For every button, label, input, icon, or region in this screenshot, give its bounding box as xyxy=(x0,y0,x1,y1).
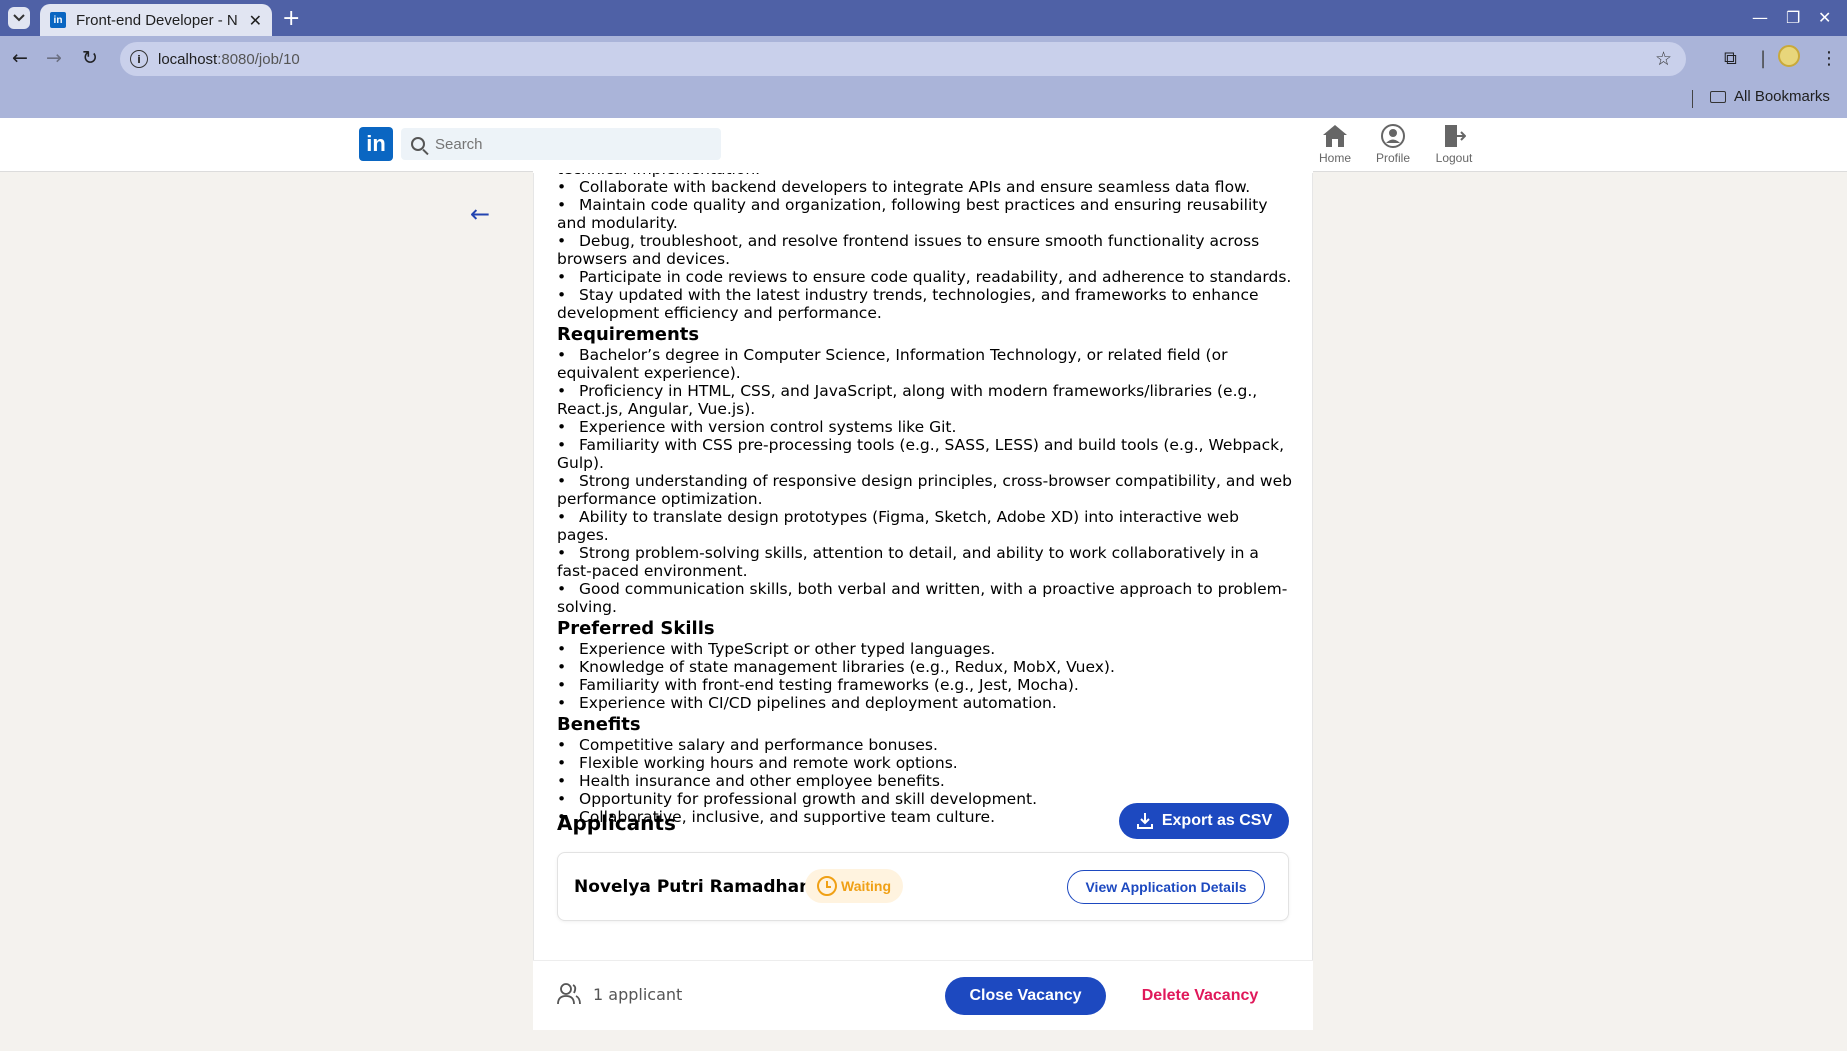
status-badge: Waiting xyxy=(805,869,904,903)
linkedin-favicon-icon: in xyxy=(50,12,66,28)
scroll-clip xyxy=(533,160,1313,173)
applicant-row: Novelya Putri Ramadhani Waiting View App… xyxy=(557,852,1289,921)
search-bar[interactable] xyxy=(401,128,721,160)
clock-icon xyxy=(817,876,837,896)
browser-toolbar: ← → ↻ i localhost:8080/job/10 ☆ ⧉ | ⋮ xyxy=(0,36,1847,82)
nav-logout[interactable]: Logout xyxy=(1424,124,1484,165)
tab-title: Front-end Developer - N xyxy=(76,11,238,29)
applicant-name: Novelya Putri Ramadhani xyxy=(574,877,818,897)
benefit-item: Health insurance and other employee bene… xyxy=(557,772,1293,790)
responsibility-item: Maintain code quality and organization, … xyxy=(557,196,1293,232)
export-csv-label: Export as CSV xyxy=(1161,812,1273,829)
nav-home-label: Home xyxy=(1318,151,1351,165)
vacancy-footer: 1 applicant Close Vacancy Delete Vacancy xyxy=(533,960,1313,1030)
requirement-item: Strong problem-solving skills, attention… xyxy=(557,544,1293,580)
url-path: :8080/job/10 xyxy=(217,50,300,68)
status-label: Waiting xyxy=(841,878,892,894)
reload-icon[interactable]: ↻ xyxy=(82,47,98,69)
benefits-heading: Benefits xyxy=(557,714,641,735)
view-application-details-button[interactable]: View Application Details xyxy=(1067,870,1265,904)
requirements-heading: Requirements xyxy=(557,324,700,345)
extensions-icon[interactable]: ⧉ xyxy=(1724,48,1737,69)
folder-icon xyxy=(1710,90,1726,103)
home-icon xyxy=(1323,125,1347,147)
address-bar[interactable]: i localhost:8080/job/10 ☆ xyxy=(120,42,1686,76)
window-close-icon[interactable]: ✕ xyxy=(1818,8,1831,27)
search-icon xyxy=(411,137,425,151)
people-icon xyxy=(557,983,581,1005)
site-info-icon[interactable]: i xyxy=(130,50,148,68)
browser-tab[interactable]: in Front-end Developer - N ✕ xyxy=(40,4,272,36)
chevron-down-icon xyxy=(13,14,25,22)
responsibility-item: Debug, troubleshoot, and resolve fronten… xyxy=(557,232,1293,268)
maximize-icon[interactable]: ❐ xyxy=(1786,8,1800,27)
logout-icon xyxy=(1445,125,1466,147)
benefit-item: Competitive salary and performance bonus… xyxy=(557,736,1293,754)
browser-tab-bar: in Front-end Developer - N ✕ + — ❐ ✕ xyxy=(0,0,1847,36)
forward-icon[interactable]: → xyxy=(46,47,62,69)
export-csv-button[interactable]: Export as CSV xyxy=(1119,803,1289,839)
url-host: localhost xyxy=(158,50,218,68)
all-bookmarks-label: All Bookmarks xyxy=(1734,88,1830,105)
preferred-skill-item: Knowledge of state management libraries … xyxy=(557,658,1293,676)
back-arrow-icon[interactable]: ← xyxy=(470,200,490,228)
linkedin-logo[interactable]: in xyxy=(359,127,393,161)
browser-profile-avatar[interactable] xyxy=(1778,45,1800,67)
tab-close-icon[interactable]: ✕ xyxy=(249,11,262,30)
applicants-heading: Applicants xyxy=(557,811,676,835)
all-bookmarks-button[interactable]: All Bookmarks xyxy=(1710,88,1830,105)
requirement-item: Ability to translate design prototypes (… xyxy=(557,508,1293,544)
nav-home[interactable]: Home xyxy=(1305,124,1365,165)
requirement-item: Familiarity with CSS pre-processing tool… xyxy=(557,436,1293,472)
nav-profile[interactable]: Profile xyxy=(1363,124,1423,165)
job-description: technical implementation. Collaborate wi… xyxy=(557,160,1293,826)
preferred-skill-item: Experience with CI/CD pipelines and depl… xyxy=(557,694,1293,712)
close-vacancy-button[interactable]: Close Vacancy xyxy=(945,977,1106,1015)
bookmarks-divider xyxy=(1692,90,1693,108)
minimize-icon[interactable]: — xyxy=(1752,8,1768,27)
requirement-item: Good communication skills, both verbal a… xyxy=(557,580,1293,616)
requirement-item: Bachelor’s degree in Computer Science, I… xyxy=(557,346,1293,382)
toolbar-divider: | xyxy=(1760,48,1767,69)
delete-vacancy-button[interactable]: Delete Vacancy xyxy=(1126,977,1274,1015)
nav-logout-label: Logout xyxy=(1435,151,1473,165)
preferred-skill-item: Familiarity with front-end testing frame… xyxy=(557,676,1293,694)
preferred-skills-heading: Preferred Skills xyxy=(557,618,715,639)
preferred-skill-item: Experience with TypeScript or other type… xyxy=(557,640,1293,658)
requirement-item: Proficiency in HTML, CSS, and JavaScript… xyxy=(557,382,1293,418)
responsibility-item: Stay updated with the latest industry tr… xyxy=(557,286,1293,322)
requirement-item: Strong understanding of responsive desig… xyxy=(557,472,1293,508)
nav-profile-label: Profile xyxy=(1375,151,1410,165)
new-tab-button[interactable]: + xyxy=(282,6,300,31)
benefit-item: Flexible working hours and remote work o… xyxy=(557,754,1293,772)
bookmarks-bar: All Bookmarks xyxy=(0,82,1847,118)
profile-icon xyxy=(1381,124,1405,148)
back-icon[interactable]: ← xyxy=(12,47,28,69)
responsibility-item: Collaborate with backend developers to i… xyxy=(557,178,1293,196)
responsibility-item: Participate in code reviews to ensure co… xyxy=(557,268,1293,286)
tab-search-button[interactable] xyxy=(8,7,30,29)
browser-menu-icon[interactable]: ⋮ xyxy=(1820,48,1838,69)
applicant-count: 1 applicant xyxy=(593,985,683,1004)
bookmark-star-icon[interactable]: ☆ xyxy=(1655,48,1672,70)
search-input[interactable] xyxy=(435,135,695,153)
download-icon xyxy=(1136,813,1153,829)
requirement-item: Experience with version control systems … xyxy=(557,418,1293,436)
